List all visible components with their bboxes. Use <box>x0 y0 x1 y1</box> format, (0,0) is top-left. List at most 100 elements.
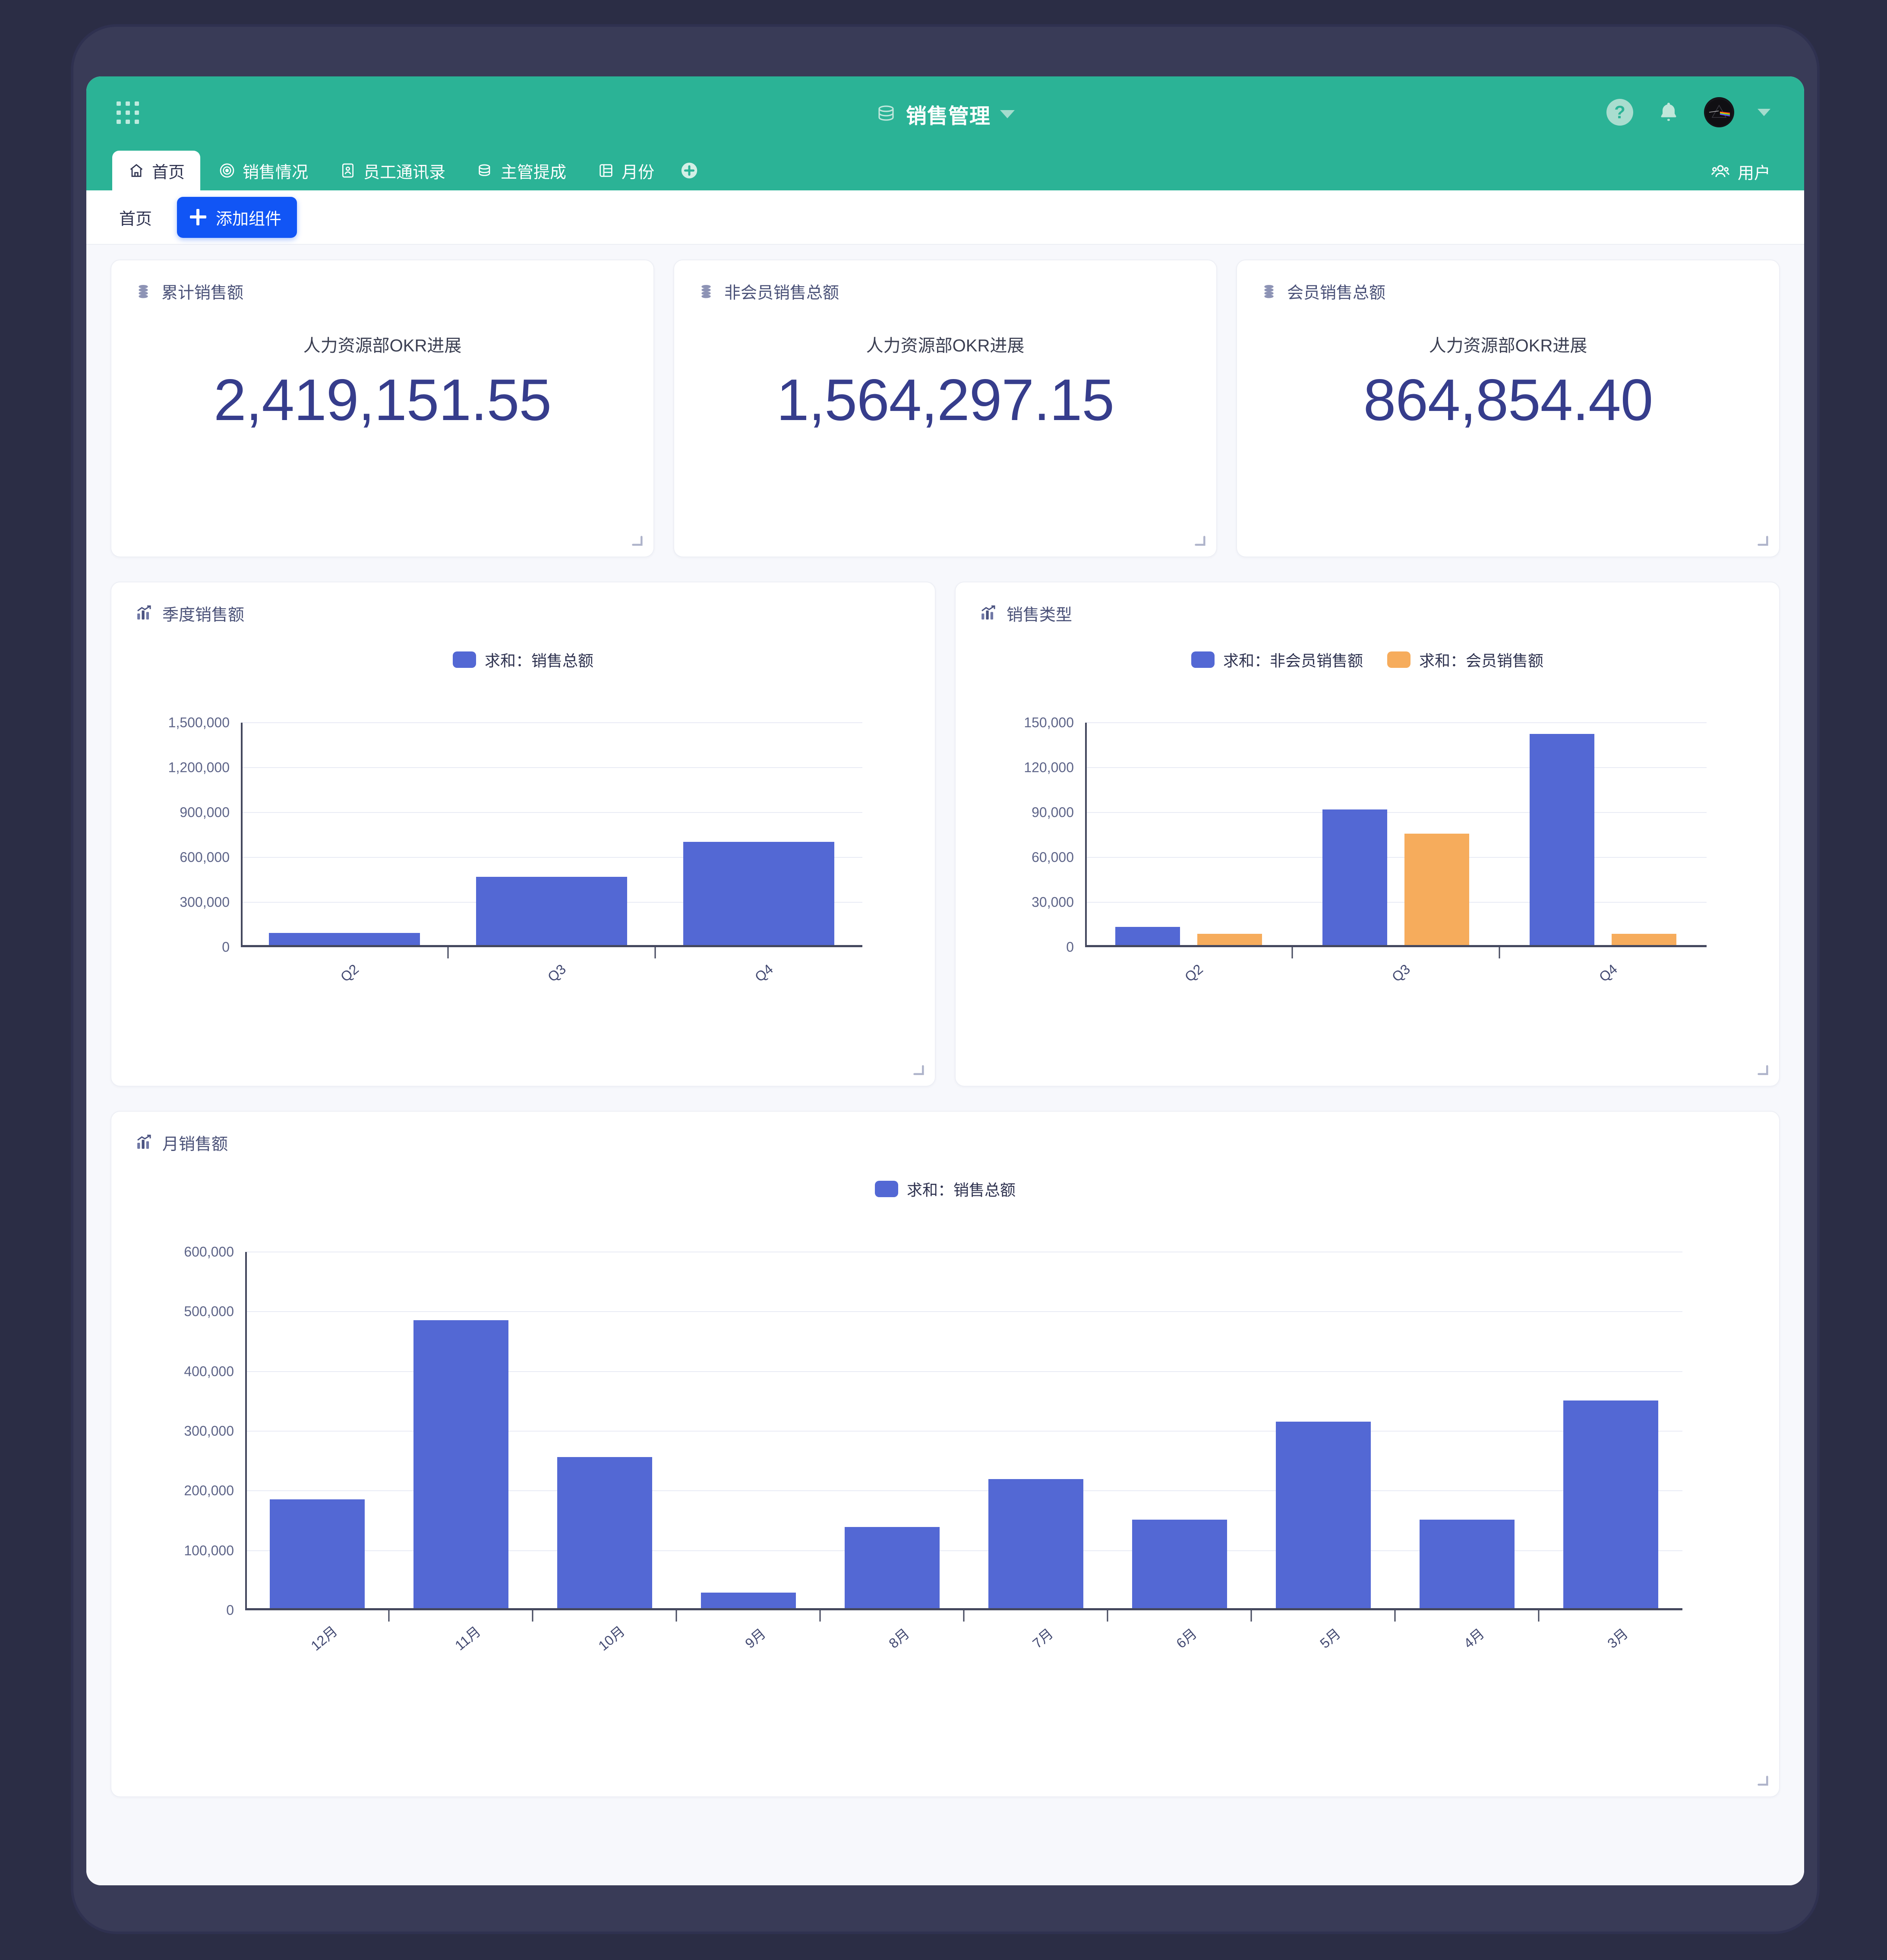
y-axis-tick-label: 30,000 <box>1032 894 1074 910</box>
x-axis-tick-label: Q3 <box>1388 961 1413 985</box>
bar[interactable] <box>1322 809 1387 945</box>
x-label-slot: 7月 <box>964 1610 1108 1651</box>
x-label-slot: 10月 <box>533 1610 676 1654</box>
resize-corner-icon[interactable] <box>1755 1773 1770 1788</box>
breadcrumb[interactable]: 首页 <box>119 205 152 229</box>
x-axis-tick-label: 12月 <box>308 1623 341 1654</box>
resize-corner-icon[interactable] <box>1192 533 1207 548</box>
kpi-card-member-sales[interactable]: 会员销售总额 人力资源部OKR进展 864,854.40 <box>1236 259 1780 557</box>
database-icon <box>1264 285 1274 298</box>
resize-corner-icon[interactable] <box>1755 533 1770 548</box>
bar[interactable] <box>413 1320 508 1608</box>
tab-home-label: 首页 <box>152 163 185 182</box>
tab-employee-directory[interactable]: 员工通讯录 <box>324 151 461 190</box>
x-label-slot: 3月 <box>1539 1610 1682 1651</box>
bar-slot <box>1499 723 1707 945</box>
avatar-caret-down-icon[interactable] <box>1758 108 1770 116</box>
app-title-dropdown[interactable]: 销售管理 <box>86 99 1804 129</box>
bar[interactable] <box>988 1479 1083 1608</box>
x-axis-tick-label: 10月 <box>595 1623 628 1654</box>
x-label-slot: Q2 <box>1085 947 1292 985</box>
resize-corner-icon[interactable] <box>911 1062 925 1077</box>
bar-slot <box>1108 1252 1251 1608</box>
bar[interactable] <box>1115 927 1180 945</box>
kpi-card-nonmember-sales[interactable]: 非会员销售总额 人力资源部OKR进展 1,564,297.15 <box>673 259 1217 557</box>
legend-item[interactable]: 求和：销售总额 <box>874 1178 1016 1200</box>
bar[interactable] <box>1404 833 1469 945</box>
bell-icon[interactable] <box>1657 99 1681 126</box>
bar[interactable] <box>269 1499 365 1608</box>
bar[interactable] <box>476 877 627 945</box>
kpi-card-total-sales[interactable]: 累计销售额 人力资源部OKR进展 2,419,151.55 <box>110 259 654 557</box>
bar[interactable] <box>1530 734 1594 945</box>
y-axis-tick-label: 500,000 <box>184 1303 234 1319</box>
database-icon <box>139 285 148 298</box>
bar[interactable] <box>269 933 420 945</box>
tab-month[interactable]: 月份 <box>582 151 670 190</box>
y-axis-tick-label: 90,000 <box>1032 804 1074 820</box>
x-label-slot: 4月 <box>1395 1610 1539 1651</box>
bar[interactable] <box>1563 1400 1658 1608</box>
x-axis-tick-label: 6月 <box>1173 1625 1200 1651</box>
kpi-value: 864,854.40 <box>1363 367 1653 433</box>
legend-swatch <box>452 651 476 668</box>
x-label-slot: 9月 <box>676 1610 820 1651</box>
users-button[interactable]: 用户 <box>1710 160 1770 183</box>
chart-card-monthly-sales[interactable]: 月销售额 求和：销售总额 0 100,000 200,000 300,000 400,0… <box>110 1111 1780 1797</box>
x-label-slot: 11月 <box>389 1610 533 1653</box>
legend-item[interactable]: 求和：非会员销售额 <box>1191 648 1363 671</box>
app-title-text: 销售管理 <box>906 105 991 128</box>
x-label-slot: Q2 <box>241 947 448 985</box>
x-axis-tick-label: 7月 <box>1029 1625 1056 1651</box>
plot-area-sales-type: 0 30,000 60,000 90,000 120,000 150,000 Q2 Q3 Q4 <box>1024 715 1707 985</box>
resize-corner-icon[interactable] <box>1755 1062 1770 1077</box>
x-axis-tick-label: Q2 <box>337 961 362 985</box>
bar-slot <box>676 1252 820 1608</box>
contact-card-icon <box>342 163 354 178</box>
chart-card-quarterly-sales[interactable]: 季度销售额 求和：销售总额 0 300,000 600,000 900,000 1,20… <box>110 582 936 1087</box>
y-axis-tick-label: 1,200,000 <box>168 759 230 775</box>
x-label-slot: 8月 <box>820 1610 964 1651</box>
y-axis-tick-label: 1,500,000 <box>168 714 230 730</box>
kpi-card-title: 非会员销售总额 <box>724 284 839 302</box>
bar[interactable] <box>557 1457 652 1608</box>
resize-corner-icon[interactable] <box>629 533 644 548</box>
bar[interactable] <box>701 1593 796 1608</box>
avatar[interactable] <box>1704 97 1734 127</box>
y-axis-tick-label: 100,000 <box>184 1543 234 1559</box>
bar-group <box>1085 723 1707 945</box>
add-tab-button[interactable] <box>670 151 709 190</box>
y-axis-tick-label: 600,000 <box>180 849 230 865</box>
legend-swatch <box>1387 651 1411 668</box>
bar[interactable] <box>683 841 834 945</box>
bar-slot <box>1539 1252 1682 1608</box>
kpi-subtitle: 人力资源部OKR进展 <box>303 336 462 355</box>
bar[interactable] <box>1419 1520 1515 1608</box>
bar[interactable] <box>1132 1520 1227 1608</box>
caret-down-icon[interactable] <box>1000 110 1015 118</box>
bar-slot <box>820 1252 964 1608</box>
bar-slot <box>241 723 448 945</box>
x-axis-labels: Q2 Q3 Q4 <box>1085 947 1707 985</box>
chart-legend: 求和：非会员销售额 求和：会员销售额 <box>956 648 1779 671</box>
tab-sales-status[interactable]: 销售情况 <box>203 151 324 190</box>
legend-swatch <box>1191 651 1215 668</box>
legend-label: 求和：非会员销售额 <box>1223 652 1363 670</box>
bar[interactable] <box>1612 934 1676 945</box>
chart-card-sales-type[interactable]: 销售类型 求和：非会员销售额 求和：会员销售额 0 30,000 60,000 90,… <box>955 582 1780 1087</box>
help-circle-icon[interactable]: ? <box>1606 99 1633 126</box>
chart-card-title: 季度销售额 <box>162 606 245 624</box>
tab-manager-commission[interactable]: 主管提成 <box>461 151 582 190</box>
legend-item[interactable]: 求和：会员销售额 <box>1387 648 1543 671</box>
y-axis-tick-label: 300,000 <box>180 894 230 910</box>
list-icon <box>600 164 612 177</box>
tab-home[interactable]: 首页 <box>112 151 201 190</box>
y-axis-tick-label: 60,000 <box>1032 849 1074 865</box>
legend-item[interactable]: 求和：销售总额 <box>452 648 593 671</box>
bar[interactable] <box>1275 1422 1371 1608</box>
bar[interactable] <box>844 1527 940 1608</box>
bar[interactable] <box>1197 934 1262 945</box>
app-screen: 销售管理 ? 首页 销售情况 员工通讯录 主管提成 月份 用户 首页 添加组件 … <box>86 76 1804 1885</box>
add-widget-button[interactable]: 添加组件 <box>177 196 297 238</box>
device-frame: 销售管理 ? 首页 销售情况 员工通讯录 主管提成 月份 用户 首页 添加组件 … <box>73 27 1817 1932</box>
